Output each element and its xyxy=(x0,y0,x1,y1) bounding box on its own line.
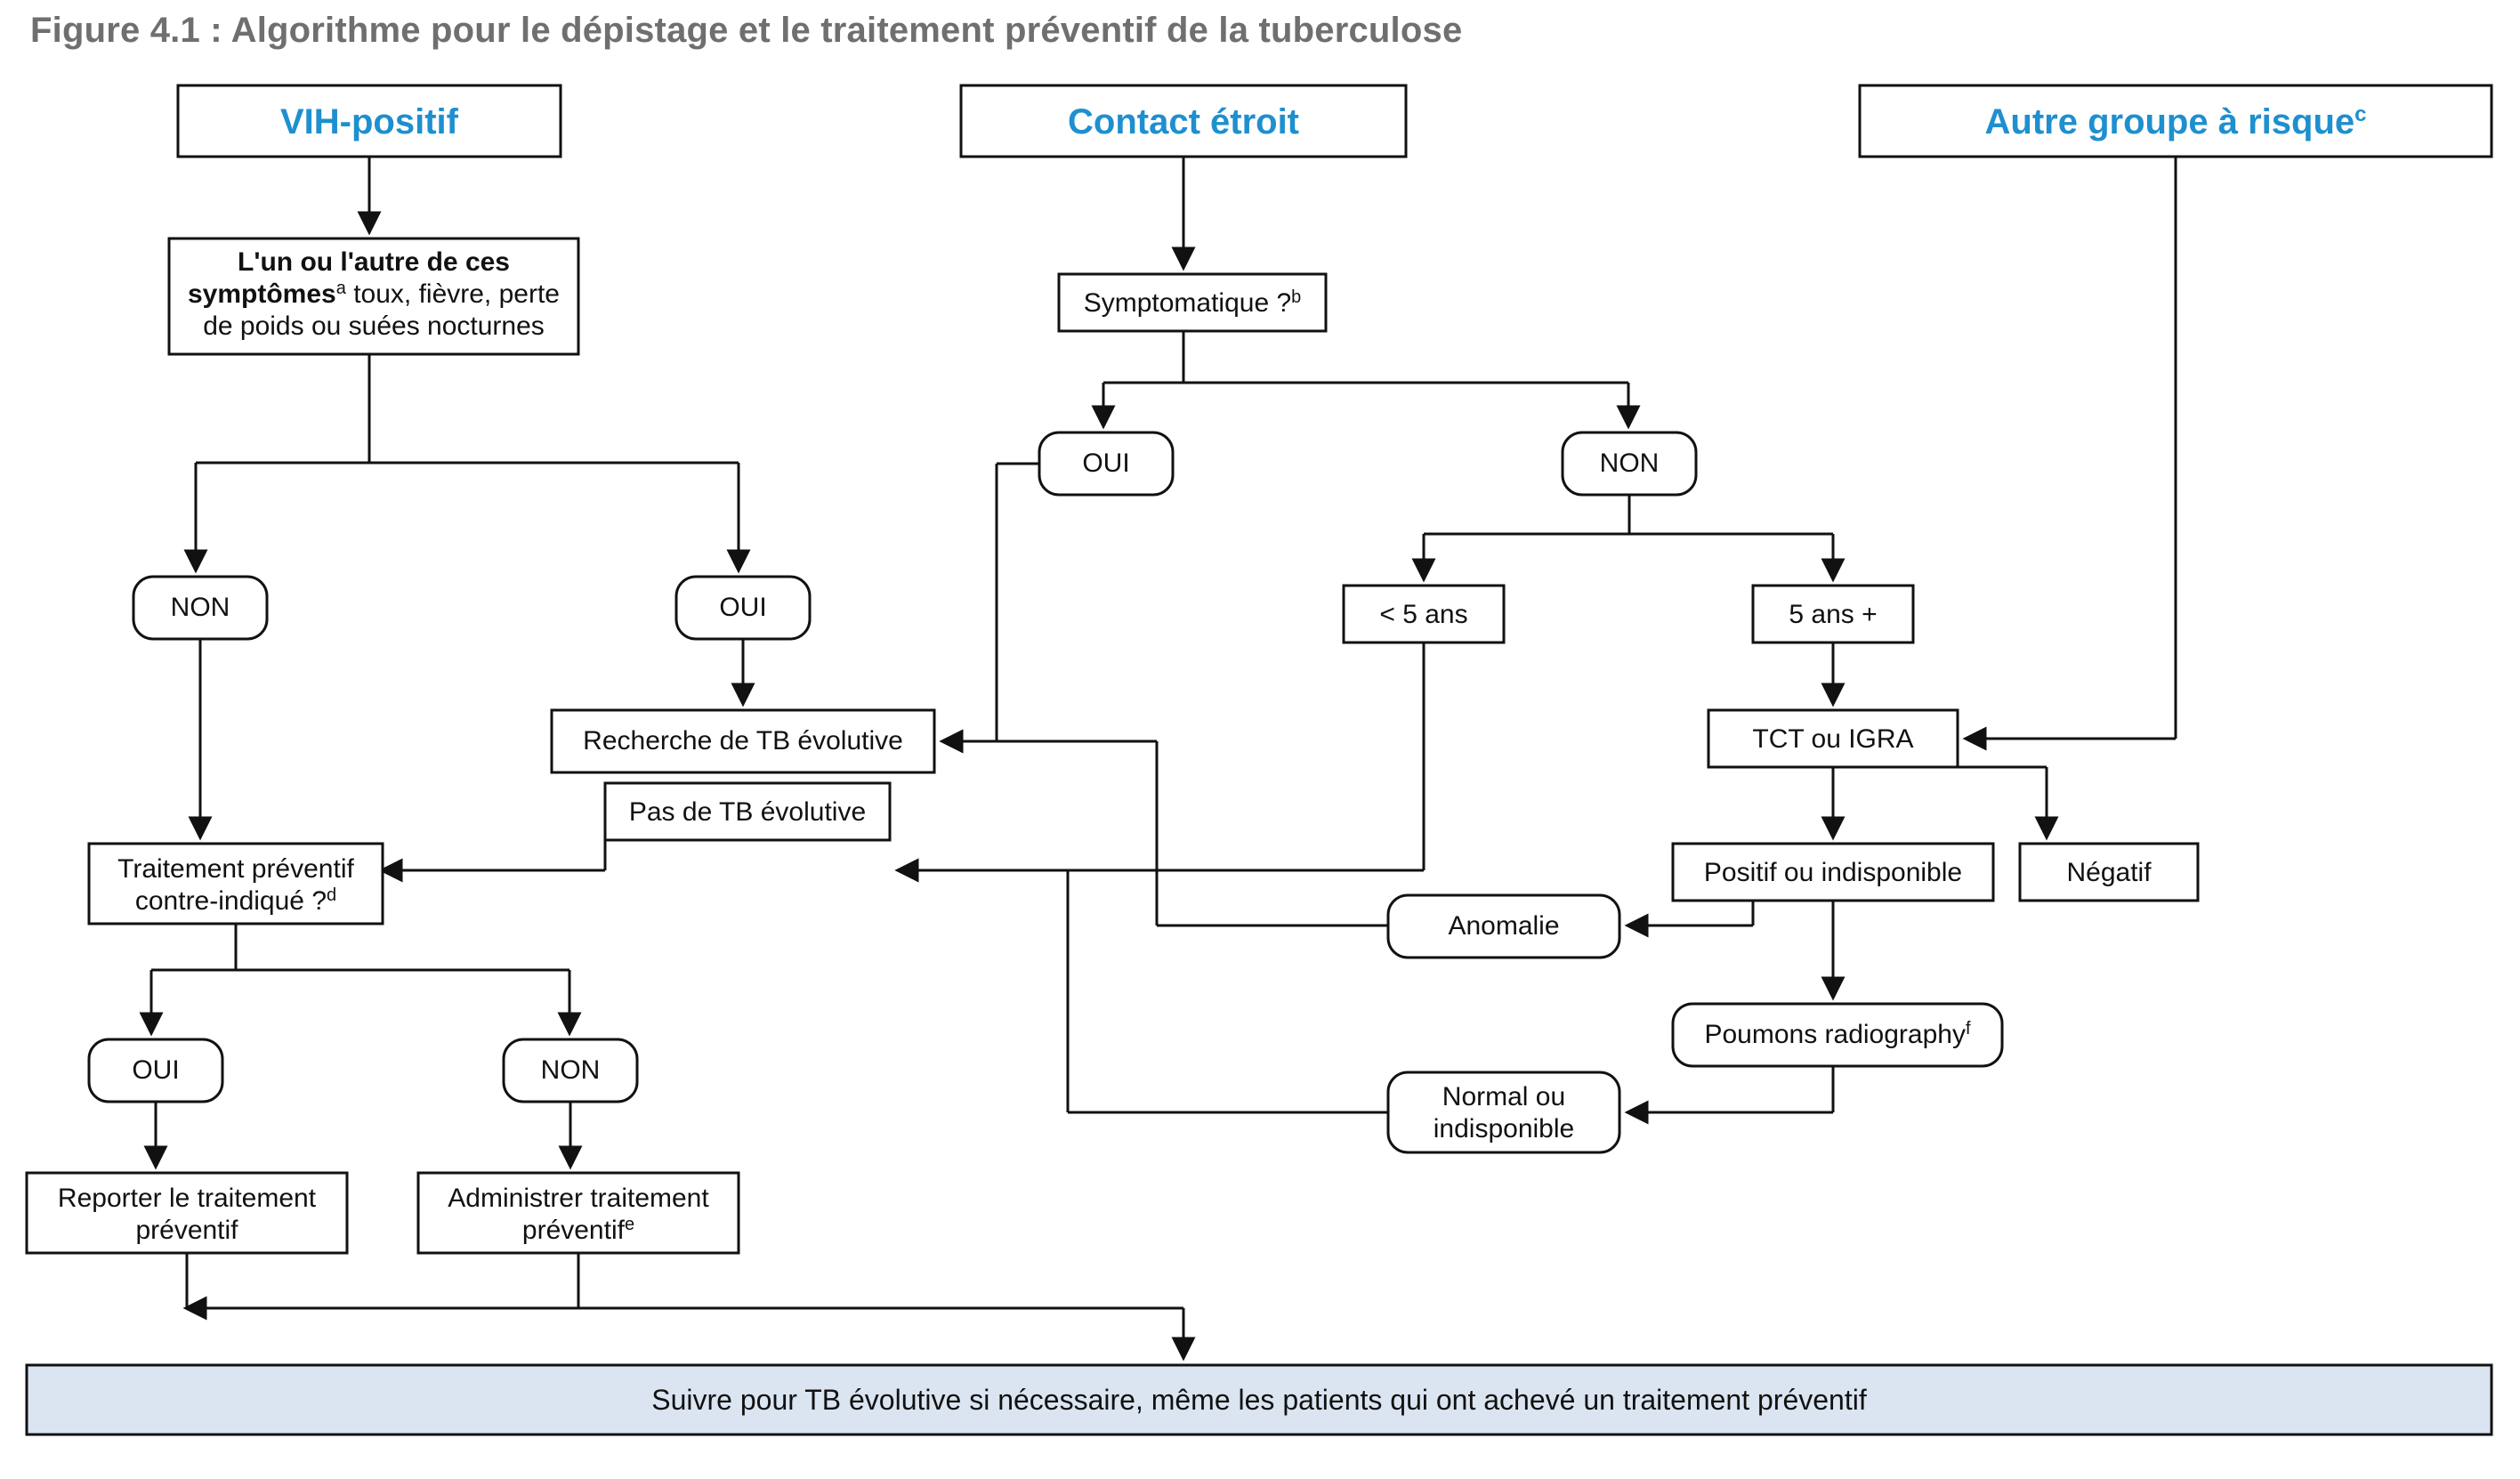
svg-text:préventif: préventif xyxy=(135,1216,238,1245)
svg-text:Administrer traitement: Administrer traitement xyxy=(448,1184,709,1213)
tct-igra-box: TCT ou IGRA xyxy=(1708,710,1958,767)
lt5-box: < 5 ans xyxy=(1344,586,1504,643)
defer-box: Reporter le traitement préventif xyxy=(27,1173,347,1253)
abnormal-box: Anomalie xyxy=(1388,895,1619,958)
followup-box: Suivre pour TB évolutive si nécessaire, … xyxy=(27,1365,2492,1435)
svg-text:Autre groupe à risquec: Autre groupe à risquec xyxy=(1985,102,2367,141)
svg-text:VIH-positif: VIH-positif xyxy=(280,102,459,141)
symptomatic-box: Symptomatique ?b xyxy=(1059,274,1326,331)
svg-text:de poids ou suées nocturnes: de poids ou suées nocturnes xyxy=(203,311,545,341)
svg-text:Anomalie: Anomalie xyxy=(1448,911,1559,941)
svg-text:Pas de TB évolutive: Pas de TB évolutive xyxy=(629,797,866,827)
svg-text:NON: NON xyxy=(171,593,230,622)
hiv-non: NON xyxy=(133,577,267,639)
flowchart-svg: VIH-positif Contact étroit Autre groupe … xyxy=(0,0,2520,1479)
hiv-symptoms-box: L'un ou l'autre de ces symptômesa toux, … xyxy=(169,238,578,354)
svg-text:Contact étroit: Contact étroit xyxy=(1068,102,1299,141)
entry-other-risk: Autre groupe à risquec xyxy=(1860,85,2492,157)
svg-text:Suivre pour TB évolutive si né: Suivre pour TB évolutive si nécessaire, … xyxy=(651,1384,1867,1416)
svg-text:Symptomatique ?b: Symptomatique ?b xyxy=(1084,287,1302,318)
contact-non: NON xyxy=(1563,432,1696,495)
svg-text:OUI: OUI xyxy=(719,593,766,622)
entry-contact: Contact étroit xyxy=(961,85,1406,157)
svg-text:OUI: OUI xyxy=(132,1055,179,1085)
svg-text:5 ans +: 5 ans + xyxy=(1789,600,1877,629)
contraindicated-box: Traitement préventif contre-indiqué ?d xyxy=(89,844,383,924)
hiv-oui: OUI xyxy=(676,577,810,639)
svg-text:L'un ou l'autre de ces: L'un ou l'autre de ces xyxy=(238,247,510,277)
normal-box: Normal ou indisponible xyxy=(1388,1072,1619,1152)
svg-text:Poumons radiographyf: Poumons radiographyf xyxy=(1704,1019,1971,1049)
svg-text:Négatif: Négatif xyxy=(2066,858,2152,887)
svg-text:symptômesa toux, fièvre, perte: symptômesa toux, fièvre, perte xyxy=(188,279,560,309)
svg-text:Positif ou indisponible: Positif ou indisponible xyxy=(1704,858,1962,887)
contact-oui: OUI xyxy=(1039,432,1173,495)
investigate-tb-box: Recherche de TB évolutive xyxy=(552,710,934,772)
svg-text:< 5 ans: < 5 ans xyxy=(1379,600,1467,629)
ge5-box: 5 ans + xyxy=(1753,586,1913,643)
svg-text:contre-indiqué ?d: contre-indiqué ?d xyxy=(135,885,336,916)
no-active-tb-box: Pas de TB évolutive xyxy=(605,783,890,840)
svg-text:OUI: OUI xyxy=(1082,449,1129,478)
svg-text:Recherche de TB évolutive: Recherche de TB évolutive xyxy=(583,726,903,756)
tct-negative-box: Négatif xyxy=(2020,844,2198,901)
svg-text:NON: NON xyxy=(541,1055,601,1085)
entry-hiv: VIH-positif xyxy=(178,85,561,157)
svg-text:TCT ou IGRA: TCT ou IGRA xyxy=(1752,724,1913,754)
cxr-box: Poumons radiographyf xyxy=(1673,1004,2002,1066)
svg-text:Normal ou: Normal ou xyxy=(1442,1082,1565,1111)
svg-text:Traitement préventif: Traitement préventif xyxy=(117,854,354,884)
give-box: Administrer traitement préventife xyxy=(418,1173,739,1253)
svg-text:indisponible: indisponible xyxy=(1434,1114,1574,1144)
svg-text:préventife: préventife xyxy=(522,1215,634,1245)
tct-positive-box: Positif ou indisponible xyxy=(1673,844,1993,901)
svg-text:NON: NON xyxy=(1600,449,1660,478)
svg-text:Reporter le traitement: Reporter le traitement xyxy=(58,1184,317,1213)
contra-oui: OUI xyxy=(89,1039,222,1102)
contra-non: NON xyxy=(504,1039,637,1102)
